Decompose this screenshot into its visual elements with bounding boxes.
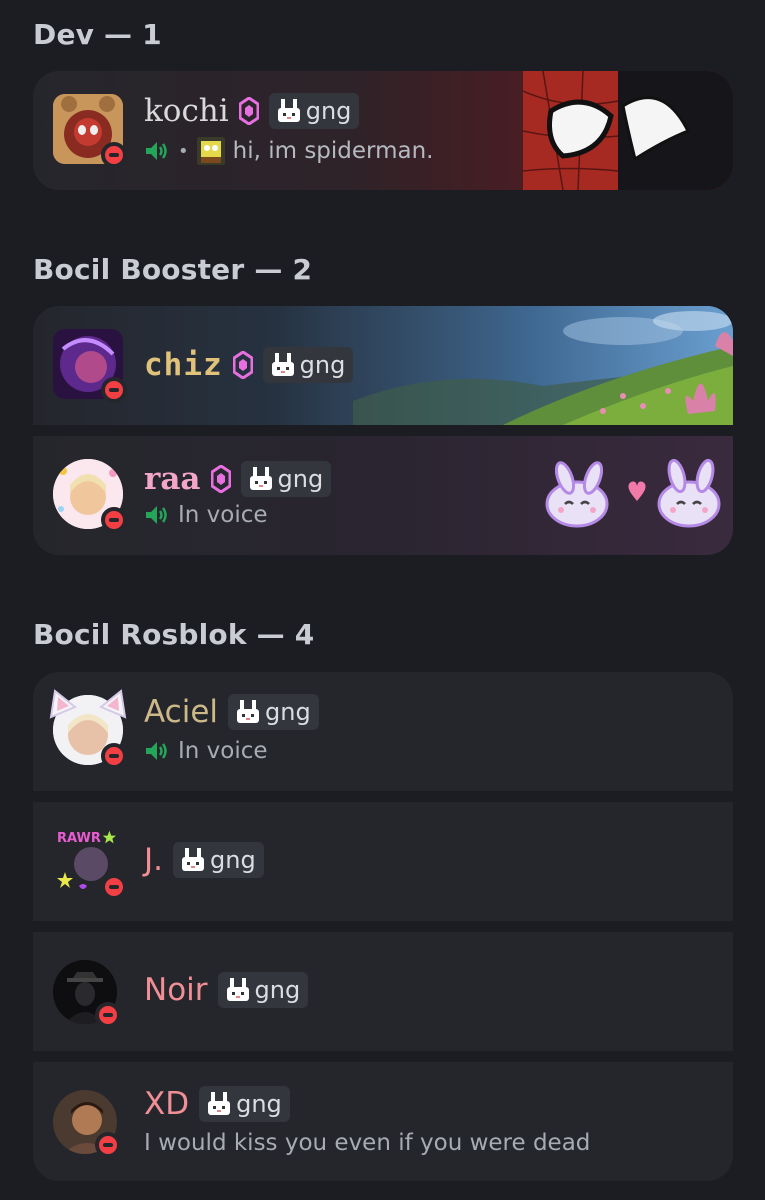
- bunny-icon: [271, 353, 294, 376]
- member-card-noir[interactable]: Noir gng: [33, 932, 733, 1051]
- member-name-aciel[interactable]: Aciel: [144, 694, 218, 730]
- bunny-icon: [226, 978, 249, 1001]
- member-name-raa[interactable]: raa: [144, 461, 201, 497]
- custom-status-kochi: hi, im spiderman.: [232, 138, 434, 164]
- clan-tag[interactable]: gng: [199, 1086, 290, 1122]
- avatar-raa[interactable]: [53, 459, 127, 533]
- clan-tag-text: gng: [236, 1090, 282, 1118]
- member-card-xd[interactable]: XD gng I would kiss you even if you were…: [33, 1062, 733, 1181]
- status-dnd-icon: [101, 874, 127, 900]
- clan-tag-text: gng: [299, 351, 346, 379]
- bunny-icon: [208, 1092, 231, 1115]
- profile-banner-landscape: [323, 306, 733, 425]
- status-dnd-icon: [95, 1132, 121, 1158]
- status-dnd-icon: [101, 142, 127, 168]
- bunny-icon: [277, 99, 300, 122]
- section-header-bocil-booster: Bocil Booster — 2: [33, 253, 313, 286]
- bunny-icon: [237, 700, 260, 723]
- clan-tag[interactable]: gng: [268, 93, 360, 129]
- separator-dot: •: [178, 140, 189, 162]
- bunny-icon: [249, 467, 272, 490]
- voice-icon: [146, 506, 167, 524]
- section-header-bocil-rosblok: Bocil Rosblok — 4: [33, 618, 315, 651]
- custom-status-xd: I would kiss you even if you were dead: [144, 1130, 591, 1156]
- member-name-j[interactable]: J.: [144, 842, 163, 878]
- status-dnd-icon: [101, 743, 127, 769]
- avatar-j[interactable]: RAWR: [53, 826, 127, 900]
- member-name-xd[interactable]: XD: [144, 1086, 189, 1122]
- server-boost-icon: [232, 351, 253, 379]
- member-name-kochi[interactable]: kochi: [144, 93, 229, 129]
- section-header-dev: Dev — 1: [33, 18, 162, 51]
- member-name-chiz[interactable]: chiz: [144, 347, 223, 383]
- clan-tag-text: gng: [210, 846, 256, 874]
- status-dnd-icon: [95, 1002, 121, 1028]
- clan-tag[interactable]: gng: [173, 842, 264, 878]
- clan-tag-text: gng: [305, 97, 352, 125]
- clan-tag[interactable]: gng: [217, 972, 309, 1008]
- clan-tag[interactable]: gng: [240, 461, 332, 497]
- avatar-chiz[interactable]: [53, 329, 127, 403]
- member-card-j[interactable]: RAWR J. gng: [33, 802, 733, 921]
- member-name-noir[interactable]: Noir: [144, 972, 208, 1008]
- clan-tag[interactable]: gng: [262, 347, 354, 383]
- status-dnd-icon: [101, 507, 127, 533]
- status-dnd-icon: [101, 377, 127, 403]
- avatar-kochi[interactable]: [53, 94, 127, 168]
- member-card-raa[interactable]: raa gng In voice: [33, 436, 733, 555]
- avatar-aciel[interactable]: [49, 689, 127, 769]
- member-card-aciel[interactable]: Aciel gng In voice: [33, 672, 733, 791]
- voice-icon: [146, 142, 167, 160]
- avatar-xd[interactable]: [53, 1090, 125, 1162]
- server-boost-icon: [210, 465, 231, 493]
- voice-status-aciel: In voice: [178, 738, 268, 764]
- member-card-chiz[interactable]: chiz gng: [33, 306, 733, 425]
- profile-banner-spiderman: [523, 71, 733, 190]
- voice-icon: [146, 742, 167, 760]
- bunny-icon: [182, 848, 204, 871]
- member-card-kochi[interactable]: kochi gng • hi, im spiderman.: [33, 71, 733, 190]
- clan-tag[interactable]: gng: [228, 694, 319, 730]
- cat-ears-decoration-icon: [49, 689, 127, 719]
- server-boost-icon: [238, 97, 259, 125]
- clan-tag-text: gng: [277, 465, 324, 493]
- clan-tag-text: gng: [254, 976, 301, 1004]
- spongebob-emoji-icon: [196, 137, 225, 165]
- clan-tag-text: gng: [265, 698, 311, 726]
- svg-text:RAWR: RAWR: [57, 831, 101, 846]
- profile-decoration-bunnies: [545, 458, 721, 528]
- voice-status-raa: In voice: [178, 502, 268, 528]
- avatar-noir[interactable]: [53, 960, 125, 1032]
